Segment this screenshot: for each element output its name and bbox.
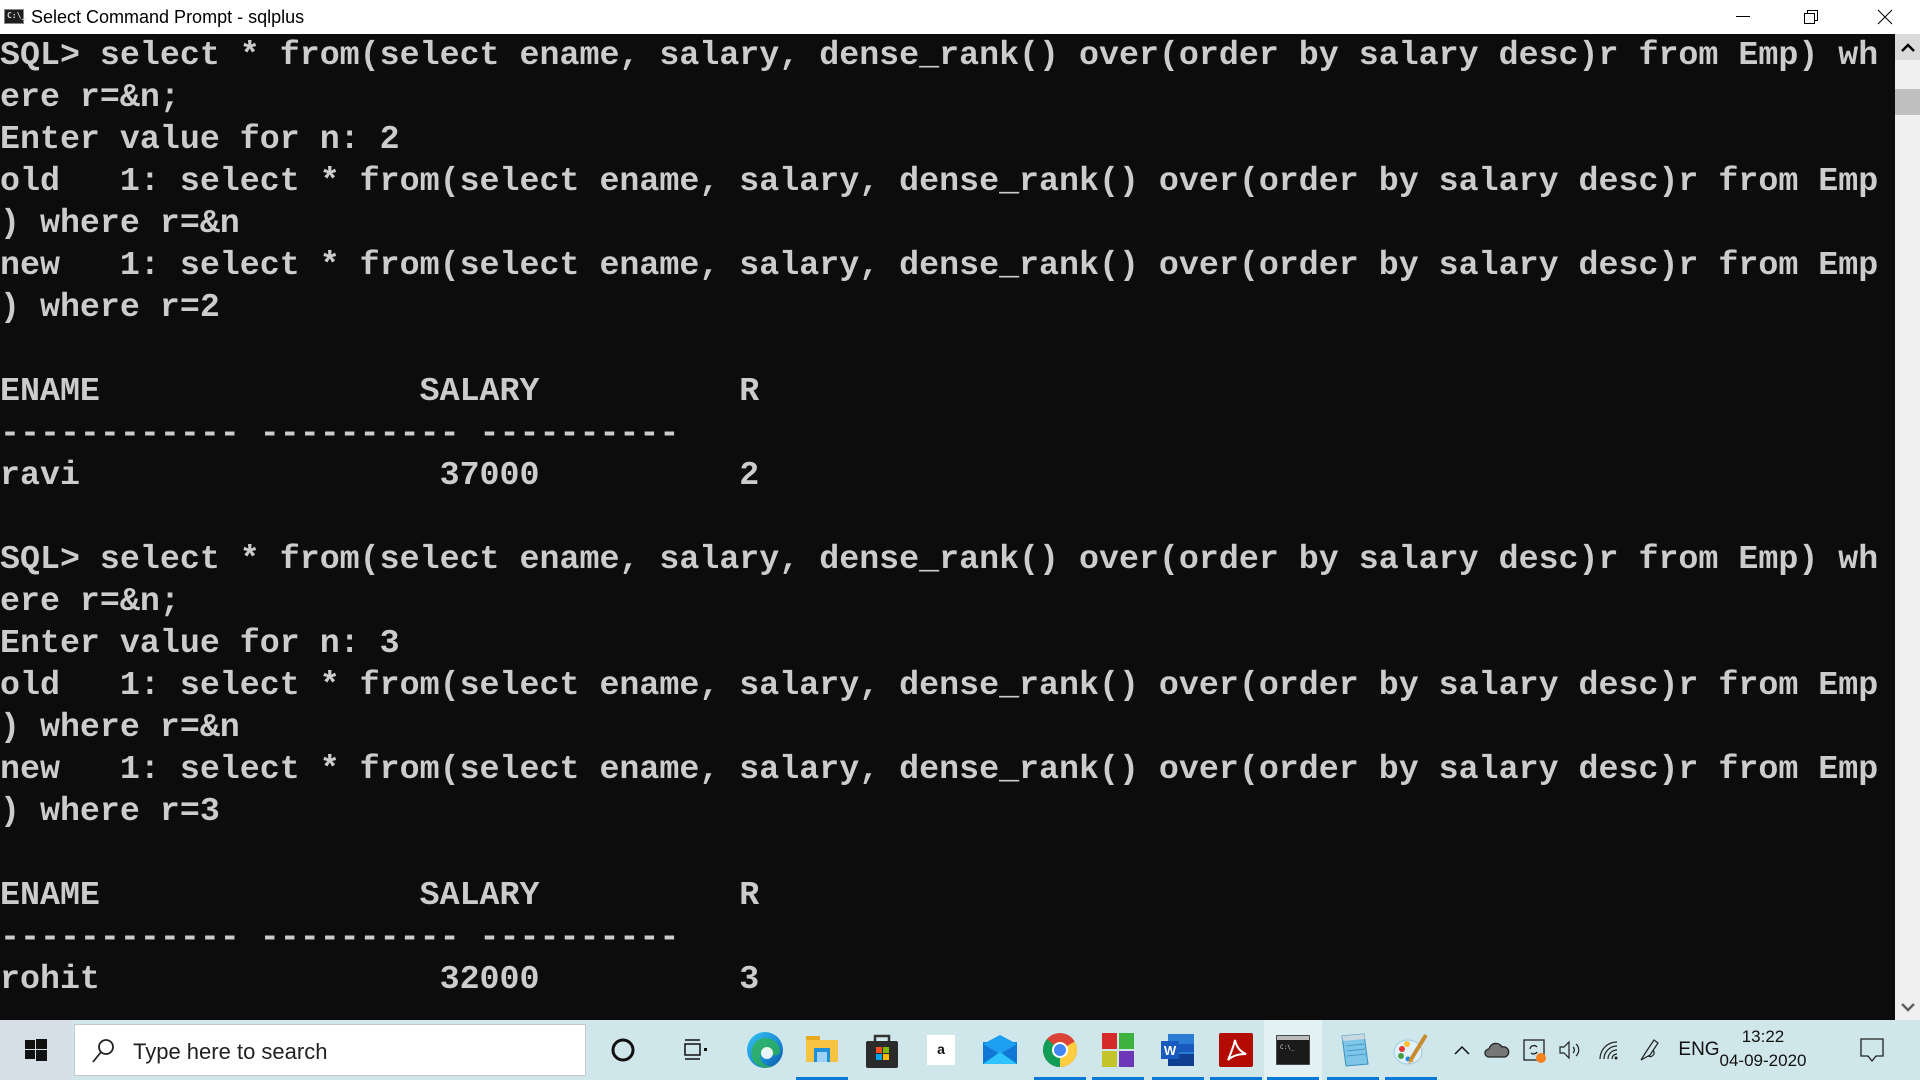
terminal-line: new 1: select * from(select ename, salar… xyxy=(0,246,1879,284)
update-icon xyxy=(1523,1039,1546,1063)
taskbar-app-notepad[interactable] xyxy=(1324,1020,1382,1080)
terminal-line: old 1: select * from(select ename, salar… xyxy=(0,666,1879,704)
cortana-circle-icon xyxy=(611,1038,635,1062)
clock-time: 13:22 xyxy=(1741,1027,1785,1046)
window-titlebar[interactable]: C:\_ Select Command Prompt - sqlplus xyxy=(0,0,1920,34)
terminal-line: ) where r=3 xyxy=(0,792,220,830)
scroll-up-button[interactable] xyxy=(1895,34,1920,60)
close-icon xyxy=(1877,9,1893,25)
taskbar-app-microsoft-store[interactable] xyxy=(853,1020,911,1080)
taskbar-app-amazon[interactable]: a xyxy=(912,1020,970,1080)
tray-onedrive[interactable] xyxy=(1482,1020,1512,1080)
wifi-icon xyxy=(1599,1041,1618,1060)
show-hidden-icons-button[interactable] xyxy=(1450,1020,1474,1080)
cloud-icon xyxy=(1484,1042,1510,1058)
taskbar-app-word[interactable]: W xyxy=(1149,1020,1207,1080)
terminal-line: Enter value for n: 2 xyxy=(0,120,400,158)
taskbar: Type here to search a W C:\_ ENG 13:22 0… xyxy=(0,1020,1920,1080)
task-view-button[interactable] xyxy=(666,1020,724,1080)
terminal-line: ENAME SALARY R xyxy=(0,876,760,914)
terminal-line: ENAME SALARY R xyxy=(0,372,760,410)
search-placeholder: Type here to search xyxy=(133,1039,328,1064)
window-title: Select Command Prompt - sqlplus xyxy=(31,7,305,27)
tray-update-notification[interactable] xyxy=(1520,1020,1550,1080)
vertical-scrollbar[interactable] xyxy=(1895,34,1920,1020)
taskbar-app-mail[interactable] xyxy=(971,1020,1029,1080)
scroll-down-button[interactable] xyxy=(1895,994,1920,1020)
color-blocks-icon xyxy=(1102,1033,1134,1067)
terminal-line: ravi 37000 2 xyxy=(0,456,760,494)
taskbar-app-multicolor[interactable] xyxy=(1089,1020,1147,1080)
notification-icon xyxy=(1860,1038,1884,1063)
terminal-line: rohit 32000 3 xyxy=(0,960,760,998)
terminal-line: new 1: select * from(select ename, salar… xyxy=(0,750,1879,788)
terminal-line: ------------ ---------- ---------- xyxy=(0,414,680,452)
pen-icon xyxy=(1640,1039,1659,1061)
terminal-line: old 1: select * from(select ename, salar… xyxy=(0,162,1879,200)
tray-wifi[interactable] xyxy=(1594,1020,1624,1080)
paint-icon xyxy=(1393,1033,1428,1065)
amazon-icon: a xyxy=(927,1035,955,1065)
scrollbar-thumb[interactable] xyxy=(1895,89,1920,115)
taskbar-app-chrome[interactable] xyxy=(1031,1020,1089,1080)
taskbar-app-acrobat[interactable] xyxy=(1207,1020,1265,1080)
search-icon xyxy=(92,1039,114,1063)
terminal-line: Enter value for n: 3 xyxy=(0,624,400,662)
language-indicator: ENG xyxy=(1678,1039,1720,1060)
tray-language[interactable]: ENG xyxy=(1676,1020,1722,1080)
svg-text:W: W xyxy=(1164,1043,1177,1058)
word-icon: W xyxy=(1161,1034,1194,1066)
terminal-line: ) where r=2 xyxy=(0,288,220,326)
tray-pen-workspace[interactable] xyxy=(1634,1020,1664,1080)
mail-icon xyxy=(983,1035,1017,1064)
tray-volume[interactable] xyxy=(1556,1020,1586,1080)
terminal-line: ------------ ---------- ---------- xyxy=(0,918,680,956)
restore-icon xyxy=(1804,10,1818,24)
chevron-down-icon xyxy=(1900,1002,1915,1012)
close-button[interactable] xyxy=(1850,0,1920,34)
terminal-line: ) where r=&n xyxy=(0,708,240,746)
action-center-button[interactable] xyxy=(1846,1020,1898,1080)
taskbar-app-command-prompt[interactable]: C:\_ xyxy=(1264,1020,1322,1080)
taskbar-search-box[interactable]: Type here to search xyxy=(74,1024,586,1076)
svg-text:C:\_: C:\_ xyxy=(1280,1044,1295,1051)
taskbar-app-paint[interactable] xyxy=(1382,1020,1440,1080)
start-button[interactable] xyxy=(0,1020,72,1080)
acrobat-icon xyxy=(1219,1033,1253,1067)
cmd-icon: C:\_ xyxy=(1276,1035,1310,1065)
taskbar-app-edge[interactable] xyxy=(736,1020,794,1080)
clock-date: 04-09-2020 xyxy=(1719,1051,1807,1070)
windows-logo-icon xyxy=(25,1039,47,1061)
folder-icon xyxy=(806,1036,838,1062)
task-view-icon xyxy=(684,1039,707,1060)
tray-clock[interactable]: 13:22 04-09-2020 xyxy=(1718,1025,1808,1073)
terminal-output[interactable]: SQL> select * from(select ename, salary,… xyxy=(0,34,1895,1020)
minimize-button[interactable] xyxy=(1714,0,1772,34)
restore-button[interactable] xyxy=(1782,0,1840,34)
volume-icon xyxy=(1559,1040,1580,1060)
notepad-icon xyxy=(1341,1033,1369,1067)
terminal-line: SQL> select * from(select ename, salary,… xyxy=(0,36,1879,74)
chrome-icon xyxy=(1043,1033,1077,1067)
store-bag-icon xyxy=(866,1034,898,1068)
cortana-button[interactable] xyxy=(594,1020,652,1080)
edge-icon xyxy=(747,1032,783,1068)
terminal-line: ere r=&n; xyxy=(0,582,180,620)
taskbar-app-file-explorer[interactable] xyxy=(793,1020,851,1080)
chevron-up-icon xyxy=(1900,42,1915,52)
terminal-line: ) where r=&n xyxy=(0,204,240,242)
chevron-up-icon xyxy=(1454,1045,1470,1055)
terminal-line: SQL> select * from(select ename, salary,… xyxy=(0,540,1879,578)
cmd-icon: C:\_ xyxy=(4,9,26,24)
minimize-icon xyxy=(1736,16,1750,17)
terminal-line: ere r=&n; xyxy=(0,78,180,116)
